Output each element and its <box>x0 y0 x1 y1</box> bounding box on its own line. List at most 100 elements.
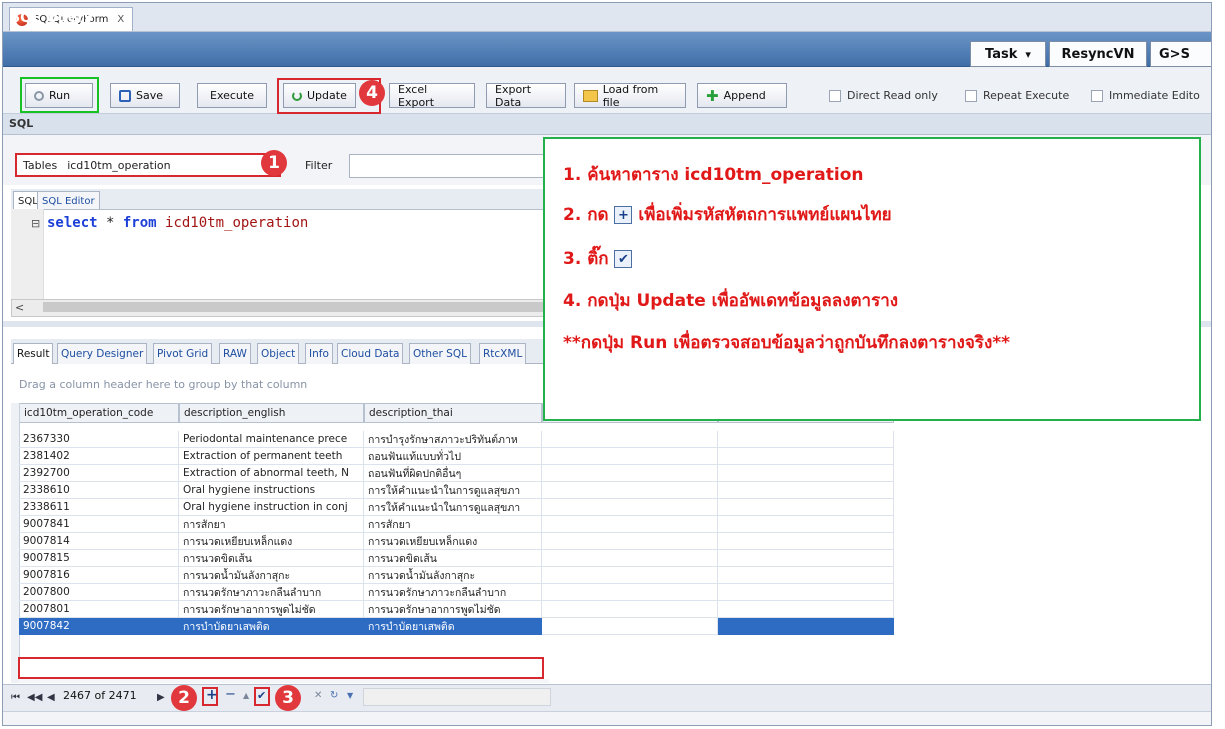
table-row[interactable]: 9007816 การนวดน้ำมันลังกาสุกะ การนวดน้ำมัน… <box>19 567 895 584</box>
english-cell[interactable]: Extraction of permanent teeth <box>179 448 364 465</box>
direct-read-only-checkbox[interactable]: Direct Read only <box>829 89 938 102</box>
tab-result[interactable]: Result <box>13 343 54 364</box>
remove-record-icon[interactable]: − <box>225 687 236 702</box>
filter-icon[interactable]: ▼ <box>347 691 353 700</box>
table-row[interactable]: 2007800 การนวดรักษาภาวะกลืนลำบาก การนวดรัก… <box>19 584 895 601</box>
empty-cell[interactable] <box>718 465 894 482</box>
export-data-button[interactable]: Export Data <box>486 83 566 109</box>
code-cell[interactable]: 9007815 <box>19 550 179 567</box>
code-cell[interactable]: 2367330 <box>19 431 179 448</box>
prev-page-icon[interactable]: ◀◀ <box>27 692 42 703</box>
filter-input[interactable] <box>349 154 551 178</box>
table-row[interactable]: 2007801 การนวดรักษาอาการพูดไม่ชัด การนวดรั… <box>19 601 895 618</box>
empty-cell[interactable] <box>718 516 894 533</box>
english-cell[interactable]: Extraction of abnormal teeth, N <box>179 465 364 482</box>
thai-cell[interactable]: การให้คำแนะนำในการดูแลสุขภา <box>364 482 542 499</box>
empty-cell[interactable] <box>542 567 718 584</box>
english-cell[interactable]: การนวดรักษาอาการพูดไม่ชัด <box>179 601 364 618</box>
append-button[interactable]: ✚ Append <box>697 83 787 108</box>
code-cell[interactable]: 2392700 <box>19 465 179 482</box>
thai-cell[interactable]: การนวดขิดเส้น <box>364 550 542 567</box>
thai-cell[interactable]: การบำรุงรักษาสภาวะปริทันต์ภาห <box>364 431 542 448</box>
column-header[interactable]: description_thai <box>364 403 542 423</box>
empty-cell[interactable] <box>542 618 718 635</box>
empty-cell[interactable] <box>718 499 894 516</box>
g-button[interactable]: G>S <box>1150 41 1211 67</box>
tables-selector[interactable]: Tables icd10tm_operation <box>15 153 281 177</box>
empty-cell[interactable] <box>542 482 718 499</box>
english-cell[interactable]: การนวดขิดเส้น <box>179 550 364 567</box>
tab-raw[interactable]: RAW <box>219 343 251 364</box>
code-cell[interactable]: 9007814 <box>19 533 179 550</box>
code-cell[interactable]: 2338610 <box>19 482 179 499</box>
english-cell[interactable]: การนวดเหยียบเหล็กแดง <box>179 533 364 550</box>
tab-sql-editor[interactable]: SQL Editor <box>37 191 100 210</box>
empty-cell[interactable] <box>542 465 718 482</box>
code-cell[interactable]: 9007842 <box>19 618 179 635</box>
empty-cell[interactable] <box>542 516 718 533</box>
code-cell[interactable]: 2007800 <box>19 584 179 601</box>
empty-cell[interactable] <box>542 584 718 601</box>
table-row[interactable]: 9007814 การนวดเหยียบเหล็กแดง การนวดเหยียบเ… <box>19 533 895 550</box>
execute-button[interactable]: Execute <box>197 83 267 108</box>
empty-cell[interactable] <box>718 584 894 601</box>
tab-object[interactable]: Object <box>257 343 300 364</box>
thai-cell[interactable]: การสักยา <box>364 516 542 533</box>
prev-record-icon[interactable]: ◀ <box>47 692 55 703</box>
empty-cell[interactable] <box>718 567 894 584</box>
tab-cloud-data[interactable]: Cloud Data <box>337 343 404 364</box>
selected-table-row[interactable]: 9007842 การบำบัดยาเสพติด การบำบัดยาเสพติด <box>19 618 895 635</box>
table-row[interactable]: 2392700 Extraction of abnormal teeth, N ถอ… <box>19 465 895 482</box>
code-cell[interactable]: 2338611 <box>19 499 179 516</box>
immediate-edit-checkbox[interactable]: Immediate Edito <box>1091 89 1200 102</box>
empty-cell[interactable] <box>718 550 894 567</box>
english-cell[interactable]: การนวดน้ำมันลังกาสุกะ <box>179 567 364 584</box>
thai-cell[interactable]: การนวดน้ำมันลังกาสุกะ <box>364 567 542 584</box>
empty-cell[interactable] <box>542 601 718 618</box>
tab-pivot-grid[interactable]: Pivot Grid <box>153 343 213 364</box>
thai-cell[interactable]: ถอนฟันแท้แบบทั่วไป <box>364 448 542 465</box>
empty-cell[interactable] <box>718 431 894 448</box>
next-record-icon[interactable]: ▶ <box>157 692 165 703</box>
excel-export-button[interactable]: Excel Export <box>389 83 475 109</box>
english-cell[interactable]: การบำบัดยาเสพติด <box>179 618 364 635</box>
code-cell[interactable]: 9007816 <box>19 567 179 584</box>
thai-cell[interactable]: ถอนฟันที่ผิดปกติอื่นๆ <box>364 465 542 482</box>
english-cell[interactable]: Periodontal maintenance prece <box>179 431 364 448</box>
resync-button[interactable]: ResyncVN <box>1049 41 1147 67</box>
empty-cell[interactable] <box>718 448 894 465</box>
move-up-icon[interactable]: ▲ <box>243 691 249 700</box>
close-tab-icon[interactable]: X <box>117 14 124 25</box>
empty-cell[interactable] <box>542 533 718 550</box>
thai-cell[interactable]: การบำบัดยาเสพติด <box>364 618 542 635</box>
add-record-icon[interactable]: + <box>206 687 218 703</box>
tab-rtcxml[interactable]: RtcXML <box>479 343 527 364</box>
cancel-edit-icon[interactable]: ✕ <box>314 690 322 701</box>
empty-cell[interactable] <box>718 533 894 550</box>
thai-cell[interactable]: การนวดรักษาภาวะกลืนลำบาก <box>364 584 542 601</box>
thai-cell[interactable]: การนวดเหยียบเหล็กแดง <box>364 533 542 550</box>
column-header[interactable]: description_english <box>179 403 364 423</box>
load-from-file-button[interactable]: Load from file <box>574 83 686 109</box>
confirm-check-icon[interactable]: ✔ <box>257 689 266 702</box>
column-header[interactable]: icd10tm_operation_code <box>19 403 179 423</box>
thai-cell[interactable]: การให้คำแนะนำในการดูแลสุขภา <box>364 499 542 516</box>
empty-cell[interactable] <box>718 618 894 635</box>
table-row[interactable]: 2367330 Periodontal maintenance prece การบ… <box>19 431 895 448</box>
empty-cell[interactable] <box>718 601 894 618</box>
empty-cell[interactable] <box>542 550 718 567</box>
table-row[interactable]: 9007841 การสักยา การสักยา <box>19 516 895 533</box>
empty-cell[interactable] <box>542 431 718 448</box>
task-dropdown[interactable]: Task ▾ <box>970 41 1046 67</box>
empty-cell[interactable] <box>718 482 894 499</box>
english-cell[interactable]: Oral hygiene instructions <box>179 482 364 499</box>
empty-cell[interactable] <box>542 448 718 465</box>
refresh-icon[interactable]: ↻ <box>330 690 338 701</box>
repeat-execute-checkbox[interactable]: Repeat Execute <box>965 89 1069 102</box>
scroll-left-icon[interactable]: < <box>15 301 24 314</box>
english-cell[interactable]: Oral hygiene instruction in conj <box>179 499 364 516</box>
fold-icon[interactable]: ⊟ <box>31 217 40 230</box>
english-cell[interactable]: การนวดรักษาภาวะกลืนลำบาก <box>179 584 364 601</box>
english-cell[interactable]: การสักยา <box>179 516 364 533</box>
empty-cell[interactable] <box>542 499 718 516</box>
